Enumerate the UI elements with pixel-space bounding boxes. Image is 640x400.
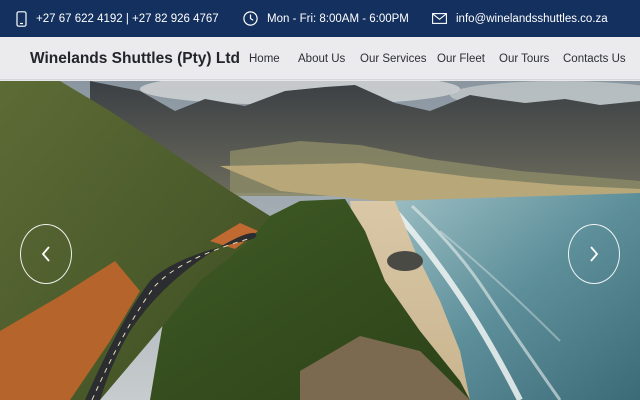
clock-icon (243, 11, 258, 26)
hero-slider (0, 81, 640, 400)
nav-about-us[interactable]: About Us (298, 37, 345, 80)
contact-bar: +27 67 622 4192 | +27 82 926 4767 Mon - … (0, 0, 640, 37)
slider-prev-button[interactable] (20, 224, 72, 284)
slider-next-button[interactable] (568, 224, 620, 284)
nav-our-fleet[interactable]: Our Fleet (437, 37, 485, 80)
phone-icon (16, 10, 27, 27)
nav-our-tours[interactable]: Our Tours (499, 37, 549, 80)
hero-image (0, 81, 640, 400)
nav-home[interactable]: Home (249, 37, 280, 80)
hours-text: Mon - Fri: 8:00AM - 6:00PM (267, 12, 409, 25)
phone-contact[interactable]: +27 67 622 4192 | +27 82 926 4767 (16, 0, 219, 37)
envelope-icon (432, 13, 447, 24)
nav-our-services[interactable]: Our Services (360, 37, 426, 80)
business-hours: Mon - Fri: 8:00AM - 6:00PM (243, 0, 409, 37)
phone-numbers: +27 67 622 4192 | +27 82 926 4767 (36, 12, 219, 25)
main-navigation: Winelands Shuttles (Pty) Ltd Home About … (0, 37, 640, 80)
nav-contacts-us[interactable]: Contacts Us (563, 37, 626, 80)
email-contact[interactable]: info@winelandsshuttles.co.za (432, 0, 608, 37)
chevron-right-icon (589, 246, 599, 262)
email-address: info@winelandsshuttles.co.za (456, 12, 608, 25)
chevron-left-icon (41, 246, 51, 262)
brand-logo-text[interactable]: Winelands Shuttles (Pty) Ltd (30, 37, 240, 80)
